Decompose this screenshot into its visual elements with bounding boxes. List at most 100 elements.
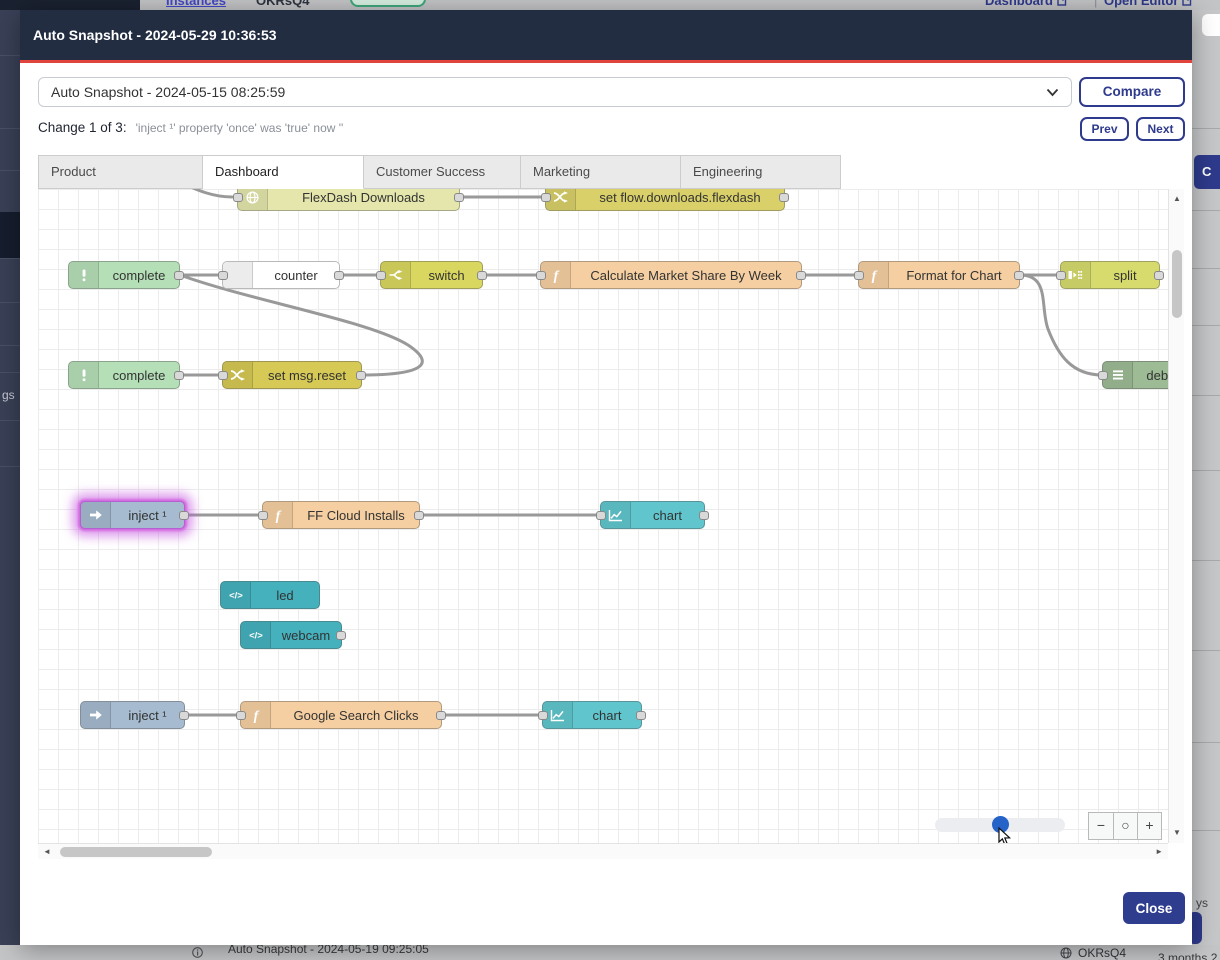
compare-button[interactable]: Compare xyxy=(1079,77,1185,107)
input-port[interactable] xyxy=(376,271,386,280)
flow-canvas[interactable]: FlexDash Downloads set flow.downloads.fle… xyxy=(38,189,1168,843)
scroll-right-arrow-icon[interactable]: ► xyxy=(1155,848,1163,856)
output-port[interactable] xyxy=(414,511,424,520)
node-format-for-chart[interactable]: fFormat for Chart xyxy=(858,261,1020,289)
scroll-left-arrow-icon[interactable]: ◄ xyxy=(43,848,51,856)
node-webcam[interactable]: </>webcam xyxy=(240,621,342,649)
output-port[interactable] xyxy=(477,271,487,280)
breadcrumb-instances-link[interactable]: Instances xyxy=(166,0,226,8)
background-cut-button xyxy=(1202,14,1220,36)
flow-tabs: ProductDashboardCustomer SuccessMarketin… xyxy=(38,155,841,189)
input-port[interactable] xyxy=(1056,271,1066,280)
output-port[interactable] xyxy=(179,511,189,520)
node-inject-2[interactable]: inject ¹ xyxy=(80,701,185,729)
tab-marketing[interactable]: Marketing xyxy=(521,155,681,189)
node-label: webcam xyxy=(271,622,341,648)
node-debug[interactable]: debug xyxy=(1102,361,1168,389)
sidebar-active-item[interactable] xyxy=(0,212,20,258)
output-port[interactable] xyxy=(436,711,446,720)
output-port[interactable] xyxy=(1014,271,1024,280)
background-edge-text: ys xyxy=(1196,896,1208,910)
inject-arrow-icon xyxy=(81,702,111,728)
node-flexdash-downloads[interactable]: FlexDash Downloads xyxy=(237,189,460,211)
tab-dashboard[interactable]: Dashboard xyxy=(203,155,364,189)
input-port[interactable] xyxy=(236,711,246,720)
snapshot-select-value: Auto Snapshot - 2024-05-15 08:25:59 xyxy=(51,84,1046,100)
node-switch[interactable]: switch xyxy=(380,261,483,289)
zoom-out-button[interactable]: − xyxy=(1089,813,1113,839)
input-port[interactable] xyxy=(233,193,243,202)
change-counter-label: Change 1 of 3: xyxy=(38,120,127,135)
node-label: chart xyxy=(573,702,641,728)
inject-arrow-icon xyxy=(81,502,111,528)
input-port[interactable] xyxy=(536,271,546,280)
output-port[interactable] xyxy=(1154,271,1164,280)
input-port[interactable] xyxy=(218,271,228,280)
background-snapshot-name: Auto Snapshot - 2024-05-19 09:25:05 xyxy=(228,945,429,956)
node-google-search-clicks[interactable]: fGoogle Search Clicks xyxy=(240,701,442,729)
output-port[interactable] xyxy=(796,271,806,280)
node-label: complete xyxy=(99,262,179,288)
tab-engineering[interactable]: Engineering xyxy=(681,155,841,189)
vertical-scrollbar[interactable]: ▲ ▼ xyxy=(1168,189,1184,843)
input-port[interactable] xyxy=(258,511,268,520)
close-button[interactable]: Close xyxy=(1123,892,1185,924)
horizontal-scroll-thumb[interactable] xyxy=(60,847,212,857)
node-complete-1[interactable]: complete xyxy=(68,261,180,289)
svg-text:f: f xyxy=(275,509,281,523)
input-port[interactable] xyxy=(854,271,864,280)
svg-text:f: f xyxy=(553,269,559,283)
prev-change-button[interactable]: Prev xyxy=(1080,117,1129,141)
input-port[interactable] xyxy=(538,711,548,720)
node-chart-2[interactable]: chart xyxy=(542,701,642,729)
output-port[interactable] xyxy=(779,193,789,202)
horizontal-scrollbar[interactable]: ◄ ► xyxy=(38,843,1168,859)
input-port[interactable] xyxy=(541,193,551,202)
output-port[interactable] xyxy=(174,271,184,280)
input-port[interactable] xyxy=(596,511,606,520)
dialog-header: Auto Snapshot - 2024-05-29 10:36:53 xyxy=(20,10,1192,60)
node-split[interactable]: split xyxy=(1060,261,1160,289)
background-right-panel: C ys xyxy=(1192,10,1220,960)
output-port[interactable] xyxy=(636,711,646,720)
zoom-buttons: − ○ + xyxy=(1088,812,1162,840)
chevron-down-icon xyxy=(1046,88,1059,97)
zoom-in-button[interactable]: + xyxy=(1137,813,1161,839)
node-ff-cloud-installs[interactable]: fFF Cloud Installs xyxy=(262,501,420,529)
code-icon: </> xyxy=(221,582,251,608)
node-calculate-market-share[interactable]: fCalculate Market Share By Week xyxy=(540,261,802,289)
top-links-separator: | xyxy=(1094,0,1097,8)
node-label: set msg.reset xyxy=(253,362,361,388)
output-port[interactable] xyxy=(179,711,189,720)
open-editor-link[interactable]: Open Editor xyxy=(1104,0,1193,8)
tab-customer-success[interactable]: Customer Success xyxy=(364,155,521,189)
tab-product[interactable]: Product xyxy=(38,155,203,189)
node-set-flow-downloads-flexdash[interactable]: set flow.downloads.flexdash xyxy=(545,189,785,211)
output-port[interactable] xyxy=(174,371,184,380)
background-age-text: 3 months 2 weeks 4 da xyxy=(1158,951,1220,960)
output-port[interactable] xyxy=(454,193,464,202)
output-port[interactable] xyxy=(336,631,346,640)
background-panel-button[interactable]: C xyxy=(1194,155,1220,189)
node-chart-1[interactable]: chart xyxy=(600,501,705,529)
next-change-button[interactable]: Next xyxy=(1136,117,1185,141)
node-label: switch xyxy=(411,262,482,288)
node-counter[interactable]: counter xyxy=(222,261,340,289)
node-label: chart xyxy=(631,502,704,528)
input-port[interactable] xyxy=(1098,371,1108,380)
snapshot-select[interactable]: Auto Snapshot - 2024-05-15 08:25:59 xyxy=(38,77,1072,107)
scroll-down-arrow-icon[interactable]: ▼ xyxy=(1173,829,1181,837)
zoom-reset-button[interactable]: ○ xyxy=(1113,813,1137,839)
vertical-scroll-thumb[interactable] xyxy=(1172,250,1182,318)
scroll-up-arrow-icon[interactable]: ▲ xyxy=(1173,195,1181,203)
node-led[interactable]: </>led xyxy=(220,581,320,609)
output-port[interactable] xyxy=(699,511,709,520)
node-complete-2[interactable]: complete xyxy=(68,361,180,389)
dashboard-link[interactable]: Dashboard xyxy=(985,0,1068,8)
node-inject-1[interactable]: inject ¹ xyxy=(80,501,185,529)
input-port[interactable] xyxy=(218,371,228,380)
output-port[interactable] xyxy=(356,371,366,380)
external-link-icon xyxy=(1057,0,1068,6)
output-port[interactable] xyxy=(334,271,344,280)
node-set-msg-reset[interactable]: set msg.reset xyxy=(222,361,362,389)
